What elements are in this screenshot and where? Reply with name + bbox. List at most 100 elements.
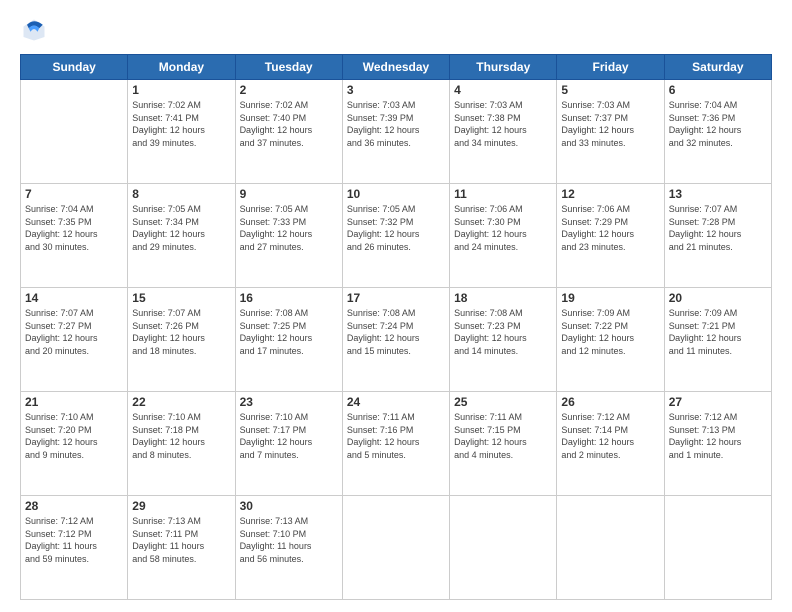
week-row-4: 28 Sunrise: 7:12 AM Sunset: 7:12 PM Dayli… [21,496,772,600]
day-info: Sunrise: 7:05 AM Sunset: 7:33 PM Dayligh… [240,203,338,253]
day-number: 15 [132,291,230,305]
day-number: 25 [454,395,552,409]
day-info: Sunrise: 7:12 AM Sunset: 7:13 PM Dayligh… [669,411,767,461]
day-info: Sunrise: 7:08 AM Sunset: 7:25 PM Dayligh… [240,307,338,357]
day-number: 11 [454,187,552,201]
day-info: Sunrise: 7:04 AM Sunset: 7:36 PM Dayligh… [669,99,767,149]
day-cell: 8 Sunrise: 7:05 AM Sunset: 7:34 PM Daylig… [128,184,235,288]
day-number: 8 [132,187,230,201]
day-cell: 22 Sunrise: 7:10 AM Sunset: 7:18 PM Dayli… [128,392,235,496]
day-cell: 16 Sunrise: 7:08 AM Sunset: 7:25 PM Dayli… [235,288,342,392]
week-row-2: 14 Sunrise: 7:07 AM Sunset: 7:27 PM Dayli… [21,288,772,392]
day-cell: 2Sunrise: 7:02 AM Sunset: 7:40 PM Daylig… [235,80,342,184]
day-number: 26 [561,395,659,409]
day-cell: 6 Sunrise: 7:04 AM Sunset: 7:36 PM Daylig… [664,80,771,184]
day-number: 17 [347,291,445,305]
day-number: 3 [347,83,445,97]
day-info: Sunrise: 7:11 AM Sunset: 7:15 PM Dayligh… [454,411,552,461]
day-number: 1 [132,83,230,97]
day-info: Sunrise: 7:13 AM Sunset: 7:10 PM Dayligh… [240,515,338,565]
weekday-header-tuesday: Tuesday [235,55,342,80]
week-row-3: 21 Sunrise: 7:10 AM Sunset: 7:20 PM Dayli… [21,392,772,496]
day-cell: 5 Sunrise: 7:03 AM Sunset: 7:37 PM Daylig… [557,80,664,184]
day-info: Sunrise: 7:08 AM Sunset: 7:24 PM Dayligh… [347,307,445,357]
day-number: 28 [25,499,123,513]
day-info: Sunrise: 7:12 AM Sunset: 7:14 PM Dayligh… [561,411,659,461]
day-number: 20 [669,291,767,305]
page: SundayMondayTuesdayWednesdayThursdayFrid… [0,0,792,612]
day-cell [21,80,128,184]
day-number: 5 [561,83,659,97]
day-info: Sunrise: 7:02 AM Sunset: 7:41 PM Dayligh… [132,99,230,149]
weekday-header-sunday: Sunday [21,55,128,80]
weekday-header-thursday: Thursday [450,55,557,80]
day-cell: 30 Sunrise: 7:13 AM Sunset: 7:10 PM Dayli… [235,496,342,600]
day-number: 24 [347,395,445,409]
day-info: Sunrise: 7:09 AM Sunset: 7:21 PM Dayligh… [669,307,767,357]
day-number: 16 [240,291,338,305]
day-number: 21 [25,395,123,409]
day-cell: 23 Sunrise: 7:10 AM Sunset: 7:17 PM Dayli… [235,392,342,496]
weekday-header-saturday: Saturday [664,55,771,80]
day-info: Sunrise: 7:06 AM Sunset: 7:29 PM Dayligh… [561,203,659,253]
day-info: Sunrise: 7:12 AM Sunset: 7:12 PM Dayligh… [25,515,123,565]
day-info: Sunrise: 7:03 AM Sunset: 7:39 PM Dayligh… [347,99,445,149]
day-number: 30 [240,499,338,513]
header [20,16,772,44]
day-number: 9 [240,187,338,201]
day-number: 6 [669,83,767,97]
day-cell: 9 Sunrise: 7:05 AM Sunset: 7:33 PM Daylig… [235,184,342,288]
day-number: 23 [240,395,338,409]
day-number: 22 [132,395,230,409]
day-info: Sunrise: 7:05 AM Sunset: 7:34 PM Dayligh… [132,203,230,253]
day-cell: 26 Sunrise: 7:12 AM Sunset: 7:14 PM Dayli… [557,392,664,496]
day-cell [664,496,771,600]
week-row-1: 7Sunrise: 7:04 AM Sunset: 7:35 PM Daylig… [21,184,772,288]
day-cell: 7Sunrise: 7:04 AM Sunset: 7:35 PM Daylig… [21,184,128,288]
weekday-header-row: SundayMondayTuesdayWednesdayThursdayFrid… [21,55,772,80]
logo [20,16,52,44]
day-number: 27 [669,395,767,409]
day-cell: 11Sunrise: 7:06 AM Sunset: 7:30 PM Dayli… [450,184,557,288]
day-info: Sunrise: 7:11 AM Sunset: 7:16 PM Dayligh… [347,411,445,461]
day-cell: 21 Sunrise: 7:10 AM Sunset: 7:20 PM Dayli… [21,392,128,496]
day-number: 7 [25,187,123,201]
day-number: 19 [561,291,659,305]
day-cell: 24 Sunrise: 7:11 AM Sunset: 7:16 PM Dayli… [342,392,449,496]
day-cell: 27 Sunrise: 7:12 AM Sunset: 7:13 PM Dayli… [664,392,771,496]
weekday-header-friday: Friday [557,55,664,80]
weekday-header-monday: Monday [128,55,235,80]
day-info: Sunrise: 7:09 AM Sunset: 7:22 PM Dayligh… [561,307,659,357]
weekday-header-wednesday: Wednesday [342,55,449,80]
day-cell: 18 Sunrise: 7:08 AM Sunset: 7:23 PM Dayli… [450,288,557,392]
day-info: Sunrise: 7:07 AM Sunset: 7:26 PM Dayligh… [132,307,230,357]
day-info: Sunrise: 7:13 AM Sunset: 7:11 PM Dayligh… [132,515,230,565]
day-number: 14 [25,291,123,305]
day-cell [450,496,557,600]
day-number: 18 [454,291,552,305]
day-cell: 14 Sunrise: 7:07 AM Sunset: 7:27 PM Dayli… [21,288,128,392]
day-info: Sunrise: 7:10 AM Sunset: 7:18 PM Dayligh… [132,411,230,461]
day-info: Sunrise: 7:10 AM Sunset: 7:20 PM Dayligh… [25,411,123,461]
day-cell: 20 Sunrise: 7:09 AM Sunset: 7:21 PM Dayli… [664,288,771,392]
day-number: 13 [669,187,767,201]
day-number: 29 [132,499,230,513]
day-cell: 19 Sunrise: 7:09 AM Sunset: 7:22 PM Dayli… [557,288,664,392]
day-info: Sunrise: 7:07 AM Sunset: 7:27 PM Dayligh… [25,307,123,357]
day-cell: 1 Sunrise: 7:02 AM Sunset: 7:41 PM Daylig… [128,80,235,184]
day-info: Sunrise: 7:10 AM Sunset: 7:17 PM Dayligh… [240,411,338,461]
day-info: Sunrise: 7:03 AM Sunset: 7:38 PM Dayligh… [454,99,552,149]
day-cell: 13 Sunrise: 7:07 AM Sunset: 7:28 PM Dayli… [664,184,771,288]
day-cell: 3 Sunrise: 7:03 AM Sunset: 7:39 PM Daylig… [342,80,449,184]
day-info: Sunrise: 7:08 AM Sunset: 7:23 PM Dayligh… [454,307,552,357]
day-cell: 17 Sunrise: 7:08 AM Sunset: 7:24 PM Dayli… [342,288,449,392]
day-number: 10 [347,187,445,201]
day-info: Sunrise: 7:07 AM Sunset: 7:28 PM Dayligh… [669,203,767,253]
day-info: Sunrise: 7:05 AM Sunset: 7:32 PM Dayligh… [347,203,445,253]
day-cell: 29 Sunrise: 7:13 AM Sunset: 7:11 PM Dayli… [128,496,235,600]
day-number: 4 [454,83,552,97]
day-cell: 10 Sunrise: 7:05 AM Sunset: 7:32 PM Dayli… [342,184,449,288]
day-info: Sunrise: 7:02 AM Sunset: 7:40 PM Dayligh… [240,99,338,149]
day-cell [342,496,449,600]
day-info: Sunrise: 7:03 AM Sunset: 7:37 PM Dayligh… [561,99,659,149]
